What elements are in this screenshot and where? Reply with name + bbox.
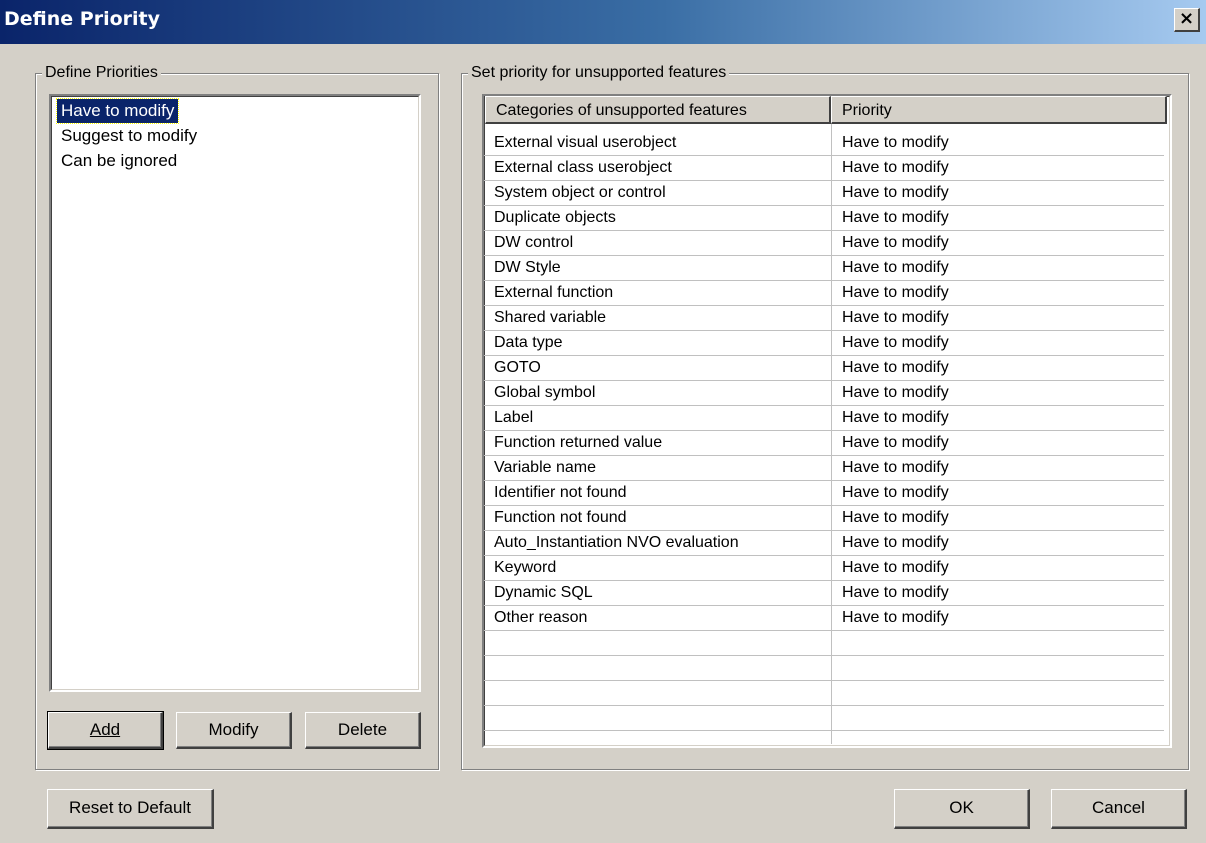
priority-cell[interactable]: Have to modify (834, 456, 949, 480)
priority-cell[interactable]: Have to modify (834, 431, 949, 455)
add-button[interactable]: Add (47, 711, 164, 750)
table-row[interactable]: Data type Have to modify (484, 331, 1164, 356)
table-row[interactable]: Function returned value Have to modify (484, 431, 1164, 456)
priority-cell[interactable]: Have to modify (834, 581, 949, 605)
table-row[interactable]: External visual userobject Have to modify (484, 131, 1164, 156)
cancel-button[interactable]: Cancel (1051, 789, 1187, 829)
delete-button-label: Delete (337, 720, 388, 739)
priority-list-item[interactable]: Suggest to modify (57, 124, 201, 148)
window-title: Define Priority (4, 8, 160, 30)
priority-cell[interactable]: Have to modify (834, 356, 949, 380)
table-row[interactable]: Shared variable Have to modify (484, 306, 1164, 331)
priority-cell[interactable]: Have to modify (834, 531, 949, 555)
priority-cell[interactable]: Have to modify (834, 331, 949, 355)
priority-cell[interactable]: Have to modify (834, 281, 949, 305)
table-row[interactable]: Keyword Have to modify (484, 556, 1164, 581)
table-row[interactable]: GOTO Have to modify (484, 356, 1164, 381)
table-row[interactable]: Function not found Have to modify (484, 506, 1164, 531)
table-row[interactable] (484, 656, 1164, 681)
category-cell: Variable name (494, 459, 596, 476)
column-header-category-label: Categories of unsupported features (496, 102, 747, 119)
unsupported-features-legend: Set priority for unsupported features (468, 63, 730, 83)
modify-button-label: Modify (208, 720, 259, 739)
column-header-priority[interactable]: Priority (831, 96, 1167, 124)
table-row[interactable]: System object or control Have to modify (484, 181, 1164, 206)
priority-cell[interactable]: Have to modify (834, 481, 949, 505)
priority-cell[interactable]: Have to modify (834, 406, 949, 430)
category-cell: External function (494, 284, 614, 301)
table-row[interactable]: External class userobject Have to modify (484, 156, 1164, 181)
table-row[interactable]: Label Have to modify (484, 406, 1164, 431)
category-cell: Shared variable (494, 309, 607, 326)
define-priorities-legend: Define Priorities (42, 63, 161, 83)
close-icon: × (1178, 8, 1195, 29)
priority-list-item[interactable]: Can be ignored (57, 149, 181, 173)
column-header-priority-label: Priority (842, 102, 892, 119)
priority-cell[interactable]: Have to modify (834, 556, 949, 580)
add-button-label: Add (89, 720, 121, 739)
category-cell: Global symbol (494, 384, 596, 401)
priorities-listbox-frame (51, 96, 419, 690)
category-cell: Identifier not found (494, 484, 627, 501)
category-cell: Duplicate objects (494, 209, 616, 226)
table-row[interactable]: External function Have to modify (484, 281, 1164, 306)
table-row[interactable] (484, 631, 1164, 656)
category-cell: Keyword (494, 559, 557, 576)
close-button[interactable]: × (1174, 8, 1200, 32)
table-row[interactable] (484, 681, 1164, 706)
category-cell: Label (494, 409, 534, 426)
priority-cell[interactable]: Have to modify (834, 231, 949, 255)
features-grid[interactable]: Categories of unsupported features Prior… (482, 94, 1172, 748)
table-row[interactable] (484, 706, 1164, 731)
ok-button-label: OK (949, 798, 974, 817)
category-cell: External visual userobject (494, 134, 677, 151)
reset-button-label: Reset to Default (69, 798, 191, 817)
priority-cell[interactable]: Have to modify (834, 506, 949, 530)
category-cell: Function not found (494, 509, 627, 526)
category-cell: DW control (494, 234, 574, 251)
table-row[interactable]: DW Style Have to modify (484, 256, 1164, 281)
category-cell: External class userobject (494, 159, 672, 176)
table-row[interactable]: Identifier not found Have to modify (484, 481, 1164, 506)
priority-cell[interactable]: Have to modify (834, 156, 949, 180)
ok-button[interactable]: OK (894, 789, 1030, 829)
table-row[interactable]: DW control Have to modify (484, 231, 1164, 256)
table-row[interactable]: Variable name Have to modify (484, 456, 1164, 481)
priority-cell[interactable]: Have to modify (834, 181, 949, 205)
table-row[interactable]: Other reason Have to modify (484, 606, 1164, 631)
delete-button[interactable]: Delete (305, 712, 421, 749)
title-bar[interactable]: Define Priority × (0, 0, 1206, 44)
column-header-category[interactable]: Categories of unsupported features (485, 96, 831, 124)
priority-cell[interactable]: Have to modify (834, 256, 949, 280)
table-row[interactable]: Duplicate objects Have to modify (484, 206, 1164, 231)
priorities-listbox[interactable]: Have to modify Suggest to modify Can be ig… (49, 94, 421, 692)
category-cell: Other reason (494, 609, 588, 626)
table-row[interactable] (484, 731, 1164, 746)
modify-button[interactable]: Modify (176, 712, 292, 749)
table-row[interactable]: Auto_Instantiation NVO evaluation Have to… (484, 531, 1164, 556)
priority-cell[interactable]: Have to modify (834, 131, 949, 155)
priority-cell[interactable]: Have to modify (834, 606, 949, 630)
table-row[interactable]: Dynamic SQL Have to modify (484, 581, 1164, 606)
category-cell: Data type (494, 334, 563, 351)
table-row[interactable]: Global symbol Have to modify (484, 381, 1164, 406)
priority-cell[interactable]: Have to modify (834, 306, 949, 330)
cancel-button-label: Cancel (1092, 798, 1145, 817)
category-cell: Dynamic SQL (494, 584, 593, 601)
priority-cell[interactable]: Have to modify (834, 206, 949, 230)
category-cell: Function returned value (494, 434, 663, 451)
priority-cell[interactable]: Have to modify (834, 381, 949, 405)
reset-to-default-button[interactable]: Reset to Default (47, 789, 214, 829)
category-cell: Auto_Instantiation NVO evaluation (494, 534, 739, 551)
priority-list-item[interactable]: Have to modify (55, 98, 180, 124)
category-cell: DW Style (494, 259, 561, 276)
category-cell: GOTO (494, 359, 541, 376)
category-cell: System object or control (494, 184, 666, 201)
